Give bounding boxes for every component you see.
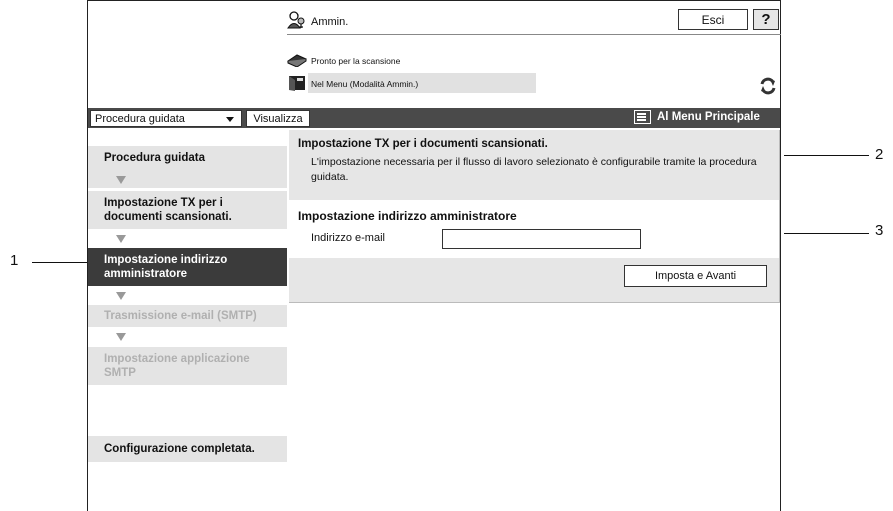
- mode-select-value: Procedura guidata: [95, 112, 185, 125]
- admin-label: Ammin.: [311, 15, 349, 28]
- callout-1: 1: [10, 252, 19, 269]
- sidebar-item-complete[interactable]: Configurazione completata.: [88, 436, 287, 462]
- sidebar-item-smtp: Trasmissione e-mail (SMTP): [88, 305, 287, 327]
- callout-2: 2: [875, 146, 884, 163]
- email-field-label: Indirizzo e-mail: [311, 232, 385, 244]
- sidebar-item-smtp-app: Impostazione applicazione SMTP: [88, 347, 287, 385]
- device-icon: [287, 74, 307, 94]
- callout-2-line: [784, 155, 869, 156]
- status-ready-text: Pronto per la scansione: [311, 56, 401, 66]
- email-field[interactable]: [442, 229, 641, 249]
- header-divider: [287, 34, 781, 35]
- view-button[interactable]: Visualizza: [246, 110, 310, 127]
- step-arrow-icon: [116, 235, 126, 243]
- menu-list-icon: [634, 110, 651, 124]
- refresh-icon[interactable]: [758, 76, 778, 96]
- status-ready-row: Pronto per la scansione: [286, 53, 401, 69]
- callout-3-line: [784, 233, 869, 234]
- status-menu-row: Nel Menu (Modalità Ammin.): [287, 74, 418, 94]
- sidebar-item-label: Trasmissione e-mail (SMTP): [104, 310, 257, 322]
- help-button[interactable]: ?: [753, 9, 779, 30]
- panel-title: Impostazione TX per i documenti scansion…: [298, 138, 548, 150]
- sidebar-item-label: Impostazione TX per i documenti scansion…: [104, 197, 232, 223]
- step-arrow-icon: [116, 292, 126, 300]
- admin-user-icon: [287, 11, 307, 32]
- callout-3: 3: [875, 222, 884, 239]
- sidebar-item-label: Impostazione indirizzo amministratore: [104, 254, 228, 280]
- mode-select[interactable]: Procedura guidata: [90, 110, 242, 127]
- scanner-icon: [286, 53, 308, 69]
- sidebar-item-tx-settings[interactable]: Impostazione TX per i documenti scansion…: [88, 191, 287, 229]
- callout-1-line: [32, 262, 88, 263]
- step-arrow-icon: [116, 333, 126, 341]
- chevron-down-icon: [226, 117, 234, 122]
- status-menu-text: Nel Menu (Modalità Ammin.): [311, 79, 419, 89]
- sidebar-item-wizard[interactable]: Procedura guidata: [88, 146, 287, 170]
- sidebar-item-label: Procedura guidata: [104, 152, 205, 164]
- exit-button[interactable]: Esci: [678, 9, 748, 30]
- panel-description: L'impostazione necessaria per il flusso …: [311, 156, 757, 183]
- main-menu-link[interactable]: Al Menu Principale: [634, 110, 760, 124]
- main-menu-label: Al Menu Principale: [657, 111, 760, 123]
- set-and-next-button[interactable]: Imposta e Avanti: [624, 265, 767, 287]
- content-panel: Impostazione TX per i documenti scansion…: [289, 130, 780, 303]
- sidebar-item-label: Configurazione completata.: [104, 443, 255, 455]
- sidebar-item-admin-address[interactable]: Impostazione indirizzo amministratore: [88, 248, 287, 286]
- admin-indicator: Ammin.: [287, 11, 348, 32]
- step-arrow-icon: [116, 176, 126, 184]
- sidebar-item-label: Impostazione applicazione SMTP: [104, 353, 250, 379]
- section-title: Impostazione indirizzo amministratore: [298, 209, 517, 223]
